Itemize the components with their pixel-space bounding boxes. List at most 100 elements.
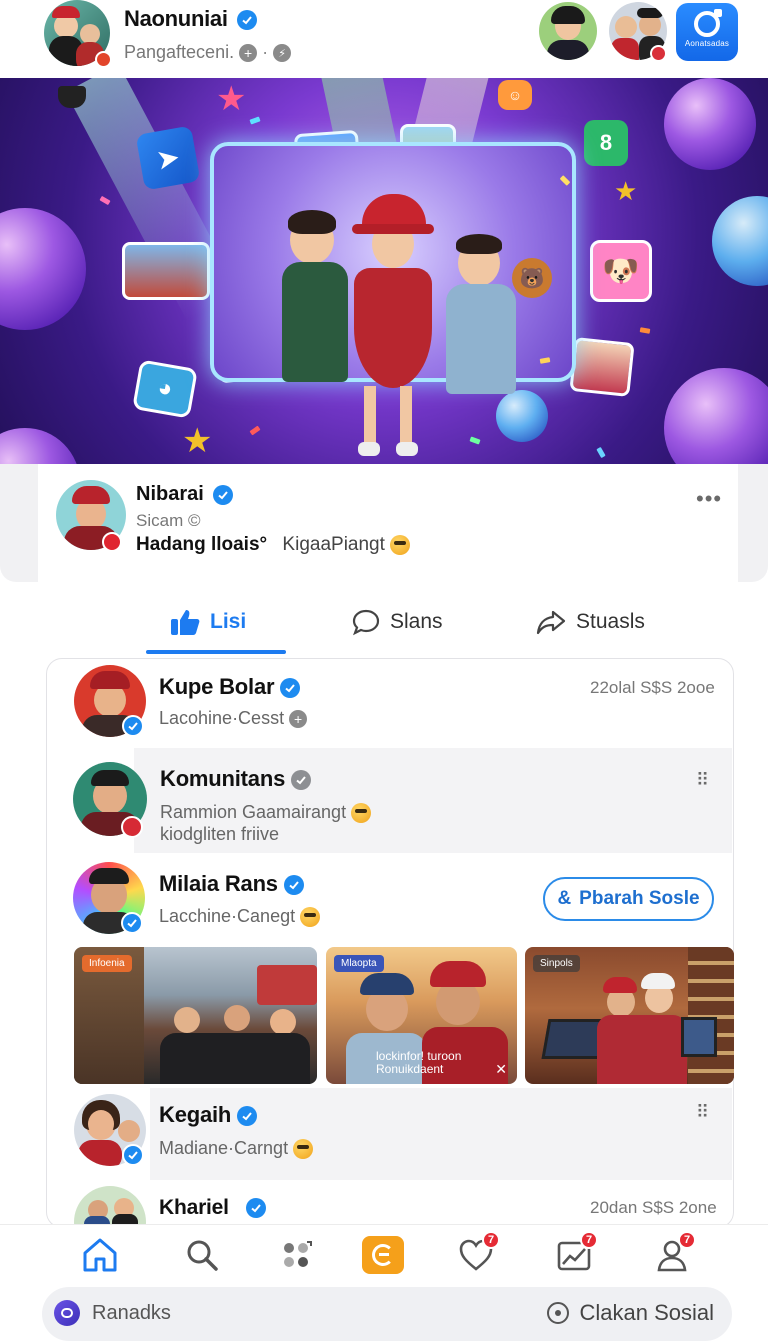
photo-tile xyxy=(569,337,635,397)
star-icon: ★ xyxy=(182,422,213,460)
create-icon xyxy=(362,1236,404,1274)
notification-badge: 7 xyxy=(678,1231,696,1249)
post-author-name[interactable]: Komunitans xyxy=(160,766,312,792)
photo-tile xyxy=(122,242,210,300)
header-subtitle: Pangafteceni. + · ⚡ xyxy=(124,42,292,63)
post-timestamp: 20dan S$S 2one xyxy=(590,1198,717,1217)
kid-right xyxy=(436,234,526,394)
profile-avatar[interactable] xyxy=(56,480,126,552)
header-title: Naonuniai xyxy=(124,6,258,32)
nav-activity[interactable]: 7 xyxy=(552,1231,598,1275)
verified-icon xyxy=(237,10,258,31)
verified-badge-icon xyxy=(122,715,144,737)
dog-sticker-icon: 🐶 xyxy=(590,240,652,302)
nav-create[interactable] xyxy=(361,1235,405,1275)
post-meta: Lacchine·Canegt xyxy=(159,906,321,928)
tab-like[interactable]: Lisi xyxy=(170,594,246,650)
verified-badge-icon xyxy=(122,1144,144,1166)
profile-name[interactable]: Nibarai xyxy=(136,483,234,506)
verified-icon xyxy=(237,1106,258,1127)
grid-menu-icon[interactable]: ⠿ xyxy=(696,770,710,791)
post-avatar[interactable] xyxy=(74,1094,146,1166)
post-author-name[interactable]: Milaia Rans xyxy=(159,871,304,897)
decor-bubble xyxy=(664,78,756,170)
profile-status: Hadang lloais° KigaaPiangt xyxy=(136,534,411,556)
decor-bubble xyxy=(664,368,768,464)
close-icon[interactable]: ✕ xyxy=(495,1061,507,1078)
hero-banner[interactable]: ➤ ★ ★ ★ 8 ☺ ◕ 🐶 🐻 xyxy=(0,78,768,464)
post-author-name[interactable]: Kupe Bolar xyxy=(159,674,301,700)
verified-icon xyxy=(246,1198,267,1219)
bear-sticker-icon: 🐻 xyxy=(512,258,552,298)
decor-bubble xyxy=(0,208,86,330)
story-avatar-2[interactable] xyxy=(609,2,667,62)
nav-home[interactable] xyxy=(78,1235,122,1275)
post-avatar[interactable] xyxy=(73,862,145,934)
paper-plane-icon: ➤ xyxy=(135,125,201,191)
notification-badge: 7 xyxy=(580,1231,598,1249)
add-icon[interactable]: + xyxy=(239,44,258,63)
share-icon xyxy=(536,610,566,635)
app-sticker-icon: ☺ xyxy=(498,80,532,110)
active-tab-indicator xyxy=(146,650,286,654)
post-tabs: Lisi Slans Stuasls xyxy=(0,594,768,654)
app-header: Naonuniai Pangafteceni. + · ⚡ Aonatsadas xyxy=(0,0,768,78)
star-icon: ★ xyxy=(216,80,247,118)
post-author-name[interactable]: Khariel xyxy=(159,1196,267,1220)
post-photo-2[interactable]: Mlaopta lockinfor! turoon Ronuikdaent ✕ xyxy=(326,947,517,1084)
verified-icon xyxy=(283,875,304,896)
sunglasses-emoji-icon xyxy=(293,1139,314,1160)
post-photo-1[interactable]: Infoenia xyxy=(74,947,317,1084)
post-timestamp: 22olal S$S 2ooe xyxy=(590,678,715,697)
add-icon[interactable]: + xyxy=(289,710,308,729)
link-icon: & xyxy=(557,888,572,909)
lightning-icon[interactable]: ⚡ xyxy=(273,44,292,63)
post-avatar[interactable] xyxy=(74,665,146,737)
nav-profile[interactable]: 7 xyxy=(650,1231,696,1275)
verified-icon xyxy=(213,484,234,505)
decor-bubble xyxy=(712,196,768,286)
more-options-icon[interactable]: ••• xyxy=(696,486,722,512)
notification-badge: 7 xyxy=(482,1231,500,1249)
header-action-button[interactable]: Aonatsadas xyxy=(676,3,738,61)
bottom-navigation: 7 7 7 xyxy=(0,1224,768,1284)
bottom-bar-left[interactable]: Ranadks xyxy=(54,1300,171,1326)
sunglasses-emoji-icon xyxy=(300,907,321,928)
kid-center xyxy=(334,186,450,462)
nav-apps[interactable] xyxy=(274,1235,318,1275)
story-avatar-1[interactable] xyxy=(539,2,597,60)
record-icon xyxy=(547,1302,570,1324)
chat-bubble-icon xyxy=(54,1300,80,1326)
comment-icon xyxy=(352,609,380,636)
search-icon xyxy=(187,1240,218,1271)
home-icon xyxy=(83,1238,117,1272)
live-badge-icon xyxy=(95,51,112,68)
heart-badge-icon xyxy=(121,816,143,838)
thumbs-up-icon xyxy=(171,610,200,635)
nav-search[interactable] xyxy=(180,1235,224,1275)
post-author-name[interactable]: Kegaih xyxy=(159,1102,258,1128)
tab-comment[interactable]: Slans xyxy=(352,594,443,650)
decor-bubble xyxy=(496,390,548,442)
post-photo-3[interactable]: Sinpols xyxy=(525,947,734,1084)
bottom-composer-bar[interactable]: Ranadks Clakan Sosial xyxy=(42,1287,732,1341)
live-badge-icon xyxy=(102,532,122,552)
verified-icon xyxy=(291,770,312,791)
tab-share[interactable]: Stuasls xyxy=(536,594,645,650)
nav-notifications[interactable]: 7 xyxy=(454,1231,500,1275)
verified-badge-icon xyxy=(121,912,143,934)
app-sticker-icon: 8 xyxy=(584,120,628,166)
decor-bubble xyxy=(0,428,80,464)
grid-menu-icon[interactable]: ⠿ xyxy=(696,1102,710,1123)
camera-icon xyxy=(694,9,722,37)
follow-button[interactable]: & Pbarah Sosle xyxy=(543,877,714,921)
sunglasses-emoji-icon xyxy=(351,803,372,824)
bottom-bar-right[interactable]: Clakan Sosial xyxy=(547,1300,714,1326)
verified-icon xyxy=(280,678,301,699)
star-icon: ★ xyxy=(614,176,638,206)
post-meta: Madiane·Carngt xyxy=(159,1138,314,1160)
profile-subtitle: Sicam © xyxy=(136,511,201,530)
spotlight-lamp-icon xyxy=(58,86,86,108)
post-avatar[interactable] xyxy=(73,762,147,838)
header-avatar[interactable] xyxy=(44,0,112,68)
